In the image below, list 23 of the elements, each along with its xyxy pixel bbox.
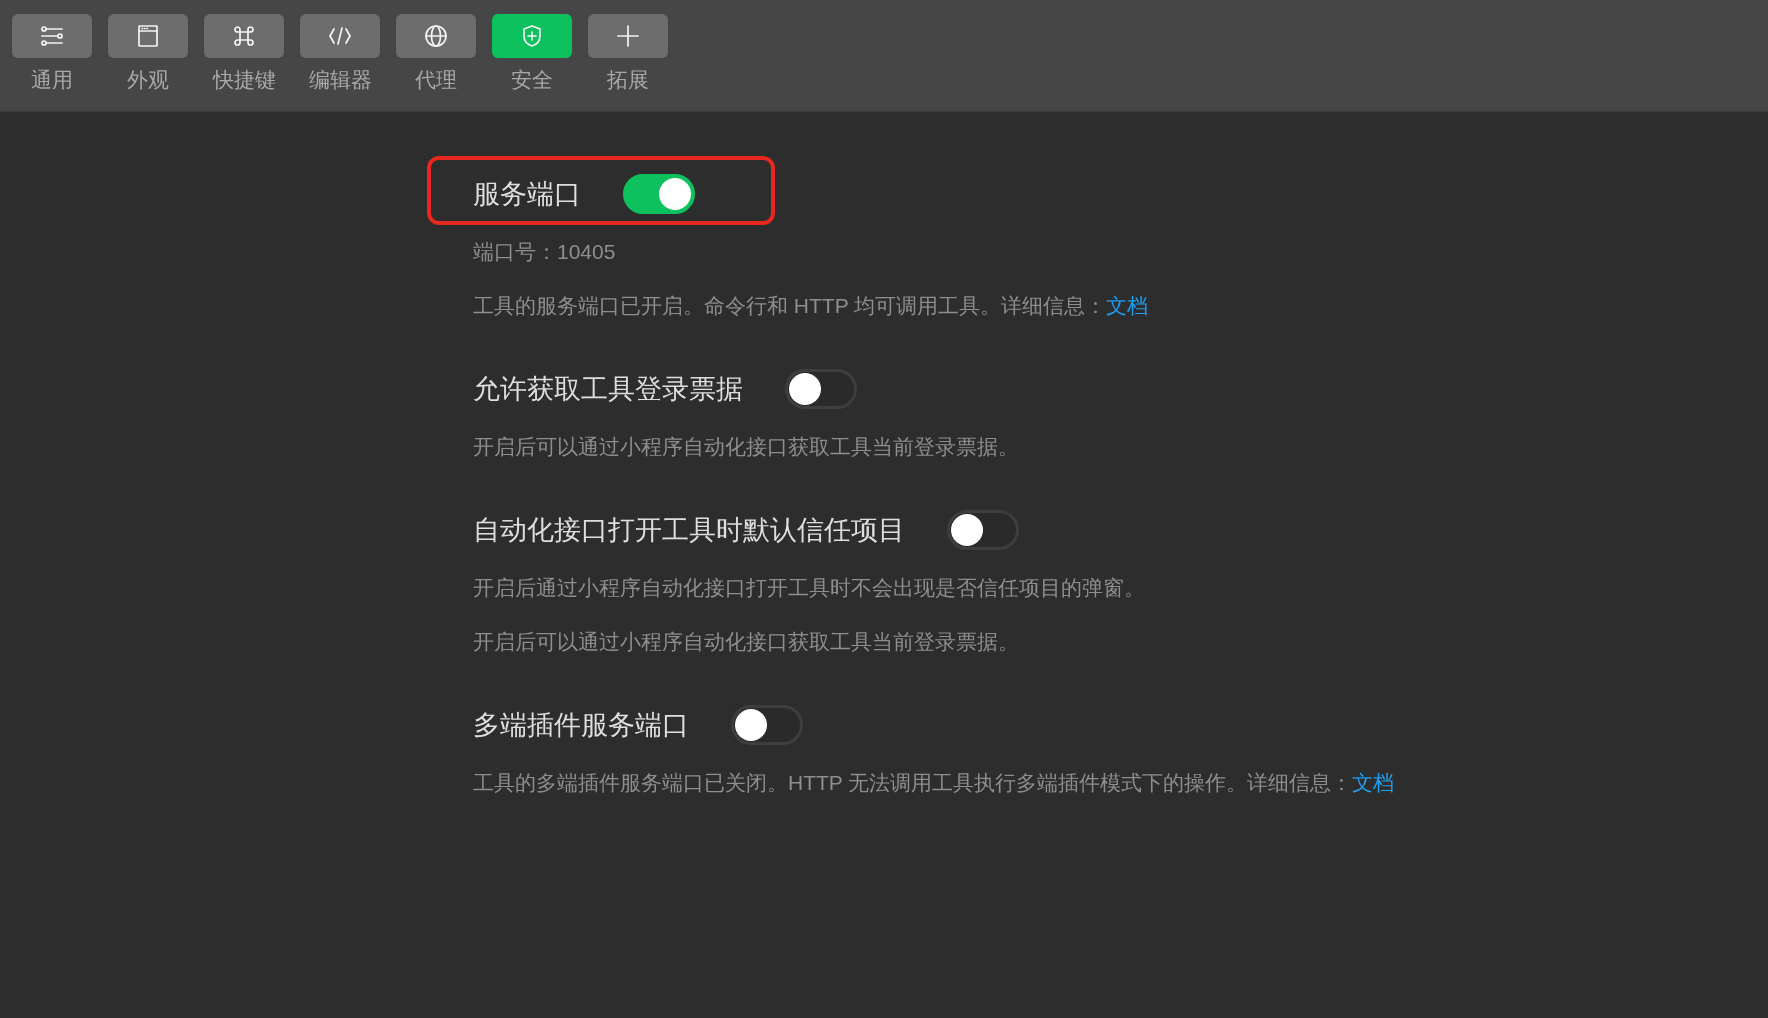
globe-icon (424, 24, 448, 48)
setting-title: 允许获取工具登录票据 (473, 373, 743, 406)
command-key-icon (232, 24, 256, 48)
toggle-switch[interactable] (947, 510, 1019, 550)
docs-link[interactable]: 文档 (1352, 771, 1395, 794)
window-icon (136, 24, 160, 48)
setting-title: 服务端口 (473, 178, 581, 211)
shield-plus-icon (520, 24, 544, 48)
setting-title: 多端插件服务端口 (473, 709, 689, 742)
toggle-switch[interactable] (785, 369, 857, 409)
setting-title: 自动化接口打开工具时默认信任项目 (473, 514, 905, 547)
description-text: 开启后可以通过小程序自动化接口获取工具当前登录票据。 (473, 629, 1019, 655)
toggle-switch[interactable] (731, 705, 803, 745)
sliders-icon (40, 24, 64, 48)
description-text: 开启后可以通过小程序自动化接口获取工具当前登录票据。 (473, 434, 1019, 460)
description-text: 工具的多端插件服务端口已关闭。HTTP 无法调用工具执行多端插件模式下的操作。详细信息：文档 (473, 770, 1395, 796)
plus-icon (616, 24, 640, 48)
code-icon (328, 24, 352, 48)
description-text: 开启后通过小程序自动化接口打开工具时不会出现是否信任项目的弹窗。 (473, 575, 1145, 601)
description-text: 工具的服务端口已开启。命令行和 HTTP 均可调用工具。详细信息：文档 (473, 293, 1149, 319)
toggle-switch[interactable] (623, 174, 695, 214)
description-text: 端口号：10405 (473, 239, 616, 265)
docs-link[interactable]: 文档 (1106, 294, 1149, 317)
